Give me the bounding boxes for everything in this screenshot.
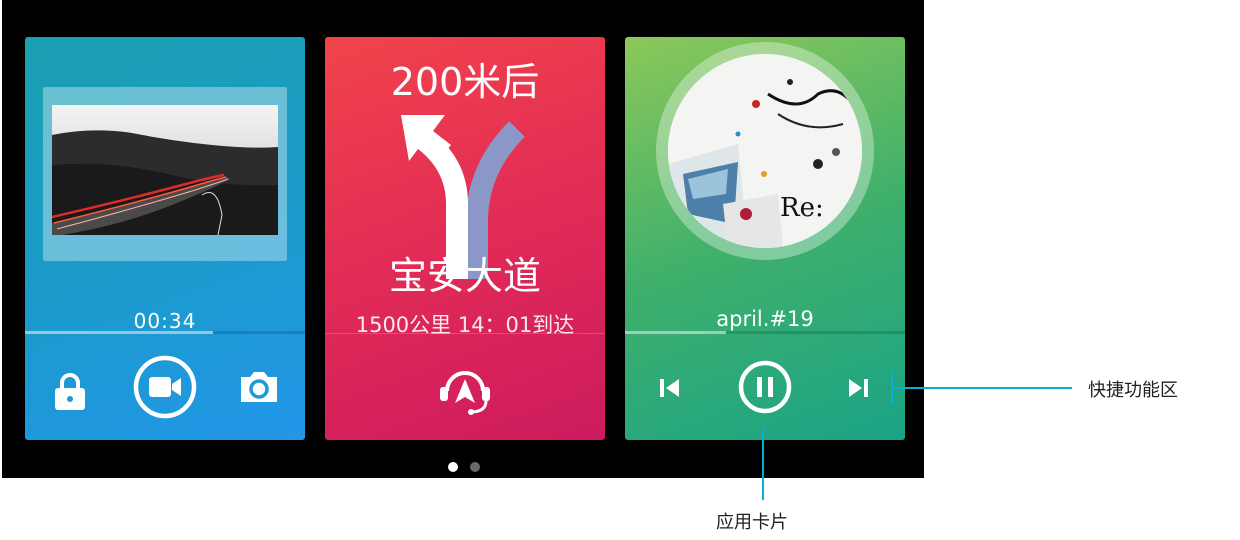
car-screen: 00:34 200米后 宝安大道 1500公里 14：01到达 Re: apri… — [2, 0, 924, 478]
page-dot-active[interactable] — [448, 462, 458, 472]
annotation-quick-functions: 快捷功能区 — [1088, 380, 1178, 401]
album-cover[interactable]: Re: — [668, 54, 862, 248]
quick-controls — [25, 335, 305, 440]
playback-progress-fill — [625, 331, 726, 334]
pause-icon[interactable] — [737, 359, 793, 415]
page-dot[interactable] — [470, 462, 480, 472]
skip-previous-icon[interactable] — [655, 373, 685, 403]
camera-icon[interactable] — [237, 369, 281, 405]
quick-controls — [325, 335, 605, 440]
dashcam-card[interactable]: 00:34 — [25, 37, 305, 440]
road-name: 宝安大道 — [388, 254, 541, 298]
recording-progress-track — [25, 331, 305, 334]
recording-time: 00:34 — [133, 309, 197, 333]
card-divider — [325, 333, 605, 334]
navigation-card[interactable]: 200米后 宝安大道 1500公里 14：01到达 — [325, 37, 605, 440]
lock-icon[interactable] — [53, 372, 87, 412]
annotation-line-quick — [891, 387, 1072, 389]
album-ring: Re: — [656, 42, 874, 260]
annotation-line-card — [762, 428, 764, 500]
figure: 00:34 200米后 宝安大道 1500公里 14：01到达 Re: apri… — [0, 0, 1240, 540]
video-thumbnail[interactable] — [52, 105, 278, 235]
playback-progress-track[interactable] — [625, 331, 905, 334]
quick-controls — [625, 335, 905, 440]
track-name: april.#19 — [716, 307, 814, 331]
recording-progress-fill — [25, 331, 213, 334]
navigation-headset-icon[interactable] — [435, 357, 495, 417]
album-title-text: Re: — [780, 193, 824, 223]
turn-distance: 200米后 — [390, 60, 540, 104]
annotation-app-card: 应用卡片 — [716, 512, 788, 533]
music-card[interactable]: Re: april.#19 — [625, 37, 905, 440]
page-indicator[interactable] — [448, 462, 480, 472]
video-preview-frame — [43, 87, 287, 261]
skip-next-icon[interactable] — [843, 373, 873, 403]
video-camera-icon[interactable] — [132, 354, 198, 420]
